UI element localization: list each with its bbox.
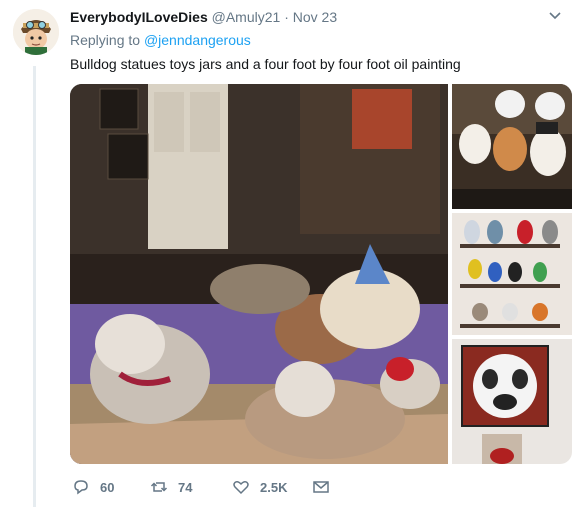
avatar[interactable] xyxy=(13,9,59,55)
side-photo-2[interactable] xyxy=(452,213,572,335)
replying-label: Replying to xyxy=(70,32,141,48)
heart-icon xyxy=(233,481,249,495)
main-photo[interactable] xyxy=(70,84,448,464)
side-photo-1[interactable] xyxy=(452,84,572,209)
replying-to: Replying to @jenndangerous xyxy=(70,32,251,48)
reply-icon xyxy=(74,480,88,495)
replying-handle-link[interactable]: @jenndangerous xyxy=(144,32,251,48)
like-button[interactable]: 2.5K xyxy=(232,478,287,496)
reply-button[interactable]: 60 xyxy=(72,478,114,496)
tweet-text: Bulldog statues toys jars and a four foo… xyxy=(70,56,461,72)
like-count: 2.5K xyxy=(260,479,288,495)
separator-dot: · xyxy=(284,9,289,25)
message-button[interactable] xyxy=(312,478,340,496)
reply-count: 60 xyxy=(100,479,115,495)
side-photo-3[interactable] xyxy=(452,339,572,464)
retweet-button[interactable]: 74 xyxy=(150,478,192,496)
tweet-header: EverybodyILoveDies @Amuly21 · Nov 23 xyxy=(70,9,562,29)
author-handle[interactable]: @Amuly21 xyxy=(212,9,281,25)
tweet-actions: 60 74 2.5K xyxy=(72,478,372,498)
retweet-count: 74 xyxy=(178,479,193,495)
thread-line xyxy=(33,66,36,507)
envelope-icon xyxy=(313,481,329,493)
chevron-down-icon[interactable] xyxy=(548,9,562,23)
retweet-icon xyxy=(150,482,168,492)
avatar-image xyxy=(13,9,59,55)
media-grid xyxy=(70,84,572,464)
tweet-date[interactable]: Nov 23 xyxy=(293,9,337,25)
author-name[interactable]: EverybodyILoveDies xyxy=(70,9,208,25)
